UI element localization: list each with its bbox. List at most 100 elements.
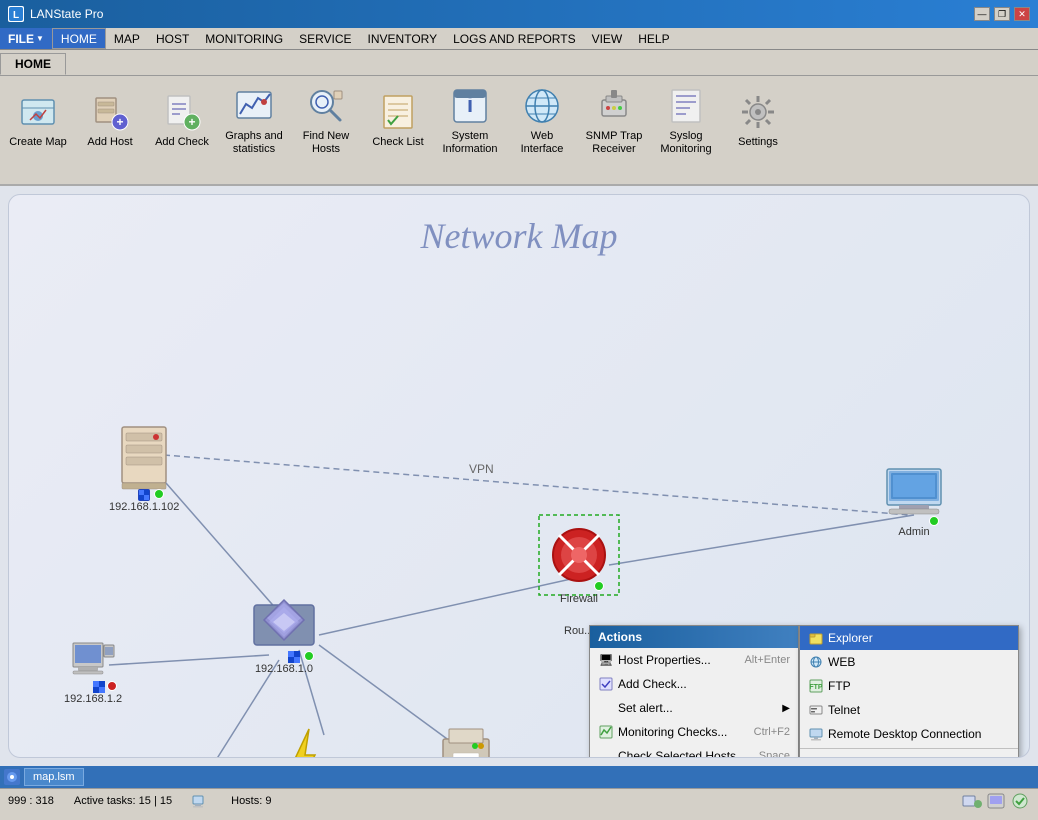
ribbon-find-hosts[interactable]: Find New Hosts <box>292 80 360 162</box>
create-map-icon <box>18 92 58 132</box>
node-server[interactable]: 192.168.1.102 <box>109 423 179 513</box>
ribbon-sys-info[interactable]: i System Information <box>436 80 504 162</box>
tabbar: HOME <box>0 50 1038 76</box>
svg-text:VPN: VPN <box>469 462 494 476</box>
menu-item-service[interactable]: SERVICE <box>291 28 359 49</box>
ctx-add-check-icon <box>598 676 614 692</box>
ribbon-web-interface[interactable]: Web Interface <box>508 80 576 162</box>
ribbon-check-list[interactable]: Check List <box>364 80 432 162</box>
menu-item-host[interactable]: HOST <box>148 28 197 49</box>
ctx-set-alert[interactable]: Set alert... ▶ <box>590 696 798 720</box>
ribbon: Create Map + Add Host + Add Check <box>0 76 1038 186</box>
add-host-icon: + <box>90 92 130 132</box>
settings-icon <box>738 92 778 132</box>
context-menu: Actions 🖥 Host Properties... Alt+Enter A… <box>589 625 799 758</box>
submenu-rdp-icon <box>808 726 824 742</box>
close-button[interactable]: ✕ <box>1014 7 1030 21</box>
ribbon-settings[interactable]: Settings <box>724 80 792 162</box>
svg-text:L: L <box>13 10 19 21</box>
ribbon-add-check[interactable]: + Add Check <box>148 80 216 162</box>
main-area: Network Map VPN <box>0 186 1038 766</box>
network-map[interactable]: Network Map VPN <box>8 194 1030 758</box>
coords: 999 : 318 <box>8 795 54 807</box>
graphs-stats-icon <box>234 86 274 126</box>
maximize-button[interactable]: ❐ <box>994 7 1010 21</box>
ctx-host-properties[interactable]: 🖥 Host Properties... Alt+Enter <box>590 648 798 672</box>
web-interface-icon <box>522 86 562 126</box>
node-firewall[interactable]: Firewall <box>549 525 609 605</box>
statusbar-icons <box>962 792 1030 810</box>
submenu-add-icon <box>808 755 824 758</box>
submenu-ftp[interactable]: FTP FTP <box>800 674 1018 698</box>
submenu-web-icon <box>808 654 824 670</box>
submenu-add[interactable]: <Add> <box>800 751 1018 758</box>
ribbon-add-host[interactable]: + Add Host <box>76 80 144 162</box>
submenu-explorer-icon <box>808 630 824 646</box>
node-lightning[interactable] <box>279 725 329 758</box>
host-properties-icon: 🖥 <box>598 652 614 668</box>
submenu-telnet-icon <box>808 702 824 718</box>
menu-item-logs[interactable]: LOGS AND REPORTS <box>445 28 583 49</box>
server-label: 192.168.1.102 <box>109 501 179 513</box>
check-selected-icon <box>598 748 614 758</box>
node-switch[interactable]: 192.168.1.0 <box>249 595 319 675</box>
app-title: LANState Pro <box>30 7 103 21</box>
svg-text:+: + <box>188 115 195 129</box>
statusbar: 999 : 318 Active tasks: 15 | 15 Hosts: 9 <box>0 788 1038 812</box>
menu-item-view[interactable]: VIEW <box>584 28 631 49</box>
ribbon-create-map[interactable]: Create Map <box>4 80 72 162</box>
find-hosts-icon <box>306 86 346 126</box>
syslog-icon <box>666 86 706 126</box>
snmp-trap-icon <box>594 86 634 126</box>
menu-item-file[interactable]: FILE ▼ <box>0 28 52 49</box>
ctx-add-check[interactable]: Add Check... <box>590 672 798 696</box>
monitoring-checks-icon <box>598 724 614 740</box>
submenu-web[interactable]: WEB <box>800 650 1018 674</box>
ribbon-snmp-trap[interactable]: SNMP Trap Receiver <box>580 80 648 162</box>
tab-home[interactable]: HOME <box>0 53 66 75</box>
menu-item-help[interactable]: HELP <box>630 28 677 49</box>
ctx-check-selected[interactable]: Check Selected Hosts Space <box>590 744 798 758</box>
submenu: Explorer WEB FTP FTP Telnet <box>799 625 1019 758</box>
node-admin[interactable]: Admin <box>879 465 949 538</box>
submenu-rdp[interactable]: Remote Desktop Connection <box>800 722 1018 746</box>
menu-item-map[interactable]: MAP <box>106 28 148 49</box>
taskbar-mapfile[interactable]: map.lsm <box>24 768 84 786</box>
pc1-label: 192.168.1.2 <box>64 693 122 705</box>
menubar: FILE ▼ HOME MAP HOST MONITORING SERVICE … <box>0 28 1038 50</box>
menu-item-monitoring[interactable]: MONITORING <box>197 28 291 49</box>
node-device1[interactable]: 192.168.1.3 <box>157 755 215 758</box>
node-printer[interactable]: Printer <box>439 725 493 758</box>
map-title: Network Map <box>421 215 618 257</box>
svg-text:FTP: FTP <box>809 684 823 691</box>
firewall-label: Firewall <box>560 593 598 605</box>
ribbon-syslog[interactable]: Syslog Monitoring <box>652 80 720 162</box>
titlebar: L LANState Pro — ❐ ✕ <box>0 0 1038 28</box>
taskbar-icon <box>4 769 20 785</box>
add-check-icon: + <box>162 92 202 132</box>
submenu-ftp-icon: FTP <box>808 678 824 694</box>
sys-info-icon: i <box>450 86 490 126</box>
switch-label: 192.168.1.0 <box>255 663 313 675</box>
hosts-count: Hosts: 9 <box>231 795 271 807</box>
submenu-explorer[interactable]: Explorer <box>800 626 1018 650</box>
submenu-telnet[interactable]: Telnet <box>800 698 1018 722</box>
titlebar-controls: — ❐ ✕ <box>974 7 1030 21</box>
taskbar: map.lsm <box>0 766 1038 788</box>
submenu-sep <box>800 748 1018 749</box>
node-pc1[interactable]: 192.168.1.2 <box>64 635 122 705</box>
app-icon: L <box>8 6 24 22</box>
menu-item-home[interactable]: HOME <box>52 28 106 49</box>
context-menu-header: Actions <box>590 626 798 648</box>
ctx-monitoring-checks[interactable]: Monitoring Checks... Ctrl+F2 <box>590 720 798 744</box>
hosts-icon <box>192 793 211 809</box>
minimize-button[interactable]: — <box>974 7 990 21</box>
ribbon-graphs-stats[interactable]: Graphs and statistics <box>220 80 288 162</box>
ctx-set-alert-icon <box>598 700 614 716</box>
check-list-icon <box>378 92 418 132</box>
admin-label: Admin <box>898 526 929 538</box>
active-tasks: Active tasks: 15 | 15 <box>74 795 172 807</box>
menu-item-inventory[interactable]: INVENTORY <box>360 28 446 49</box>
svg-text:+: + <box>116 115 123 129</box>
titlebar-left: L LANState Pro <box>8 6 103 22</box>
